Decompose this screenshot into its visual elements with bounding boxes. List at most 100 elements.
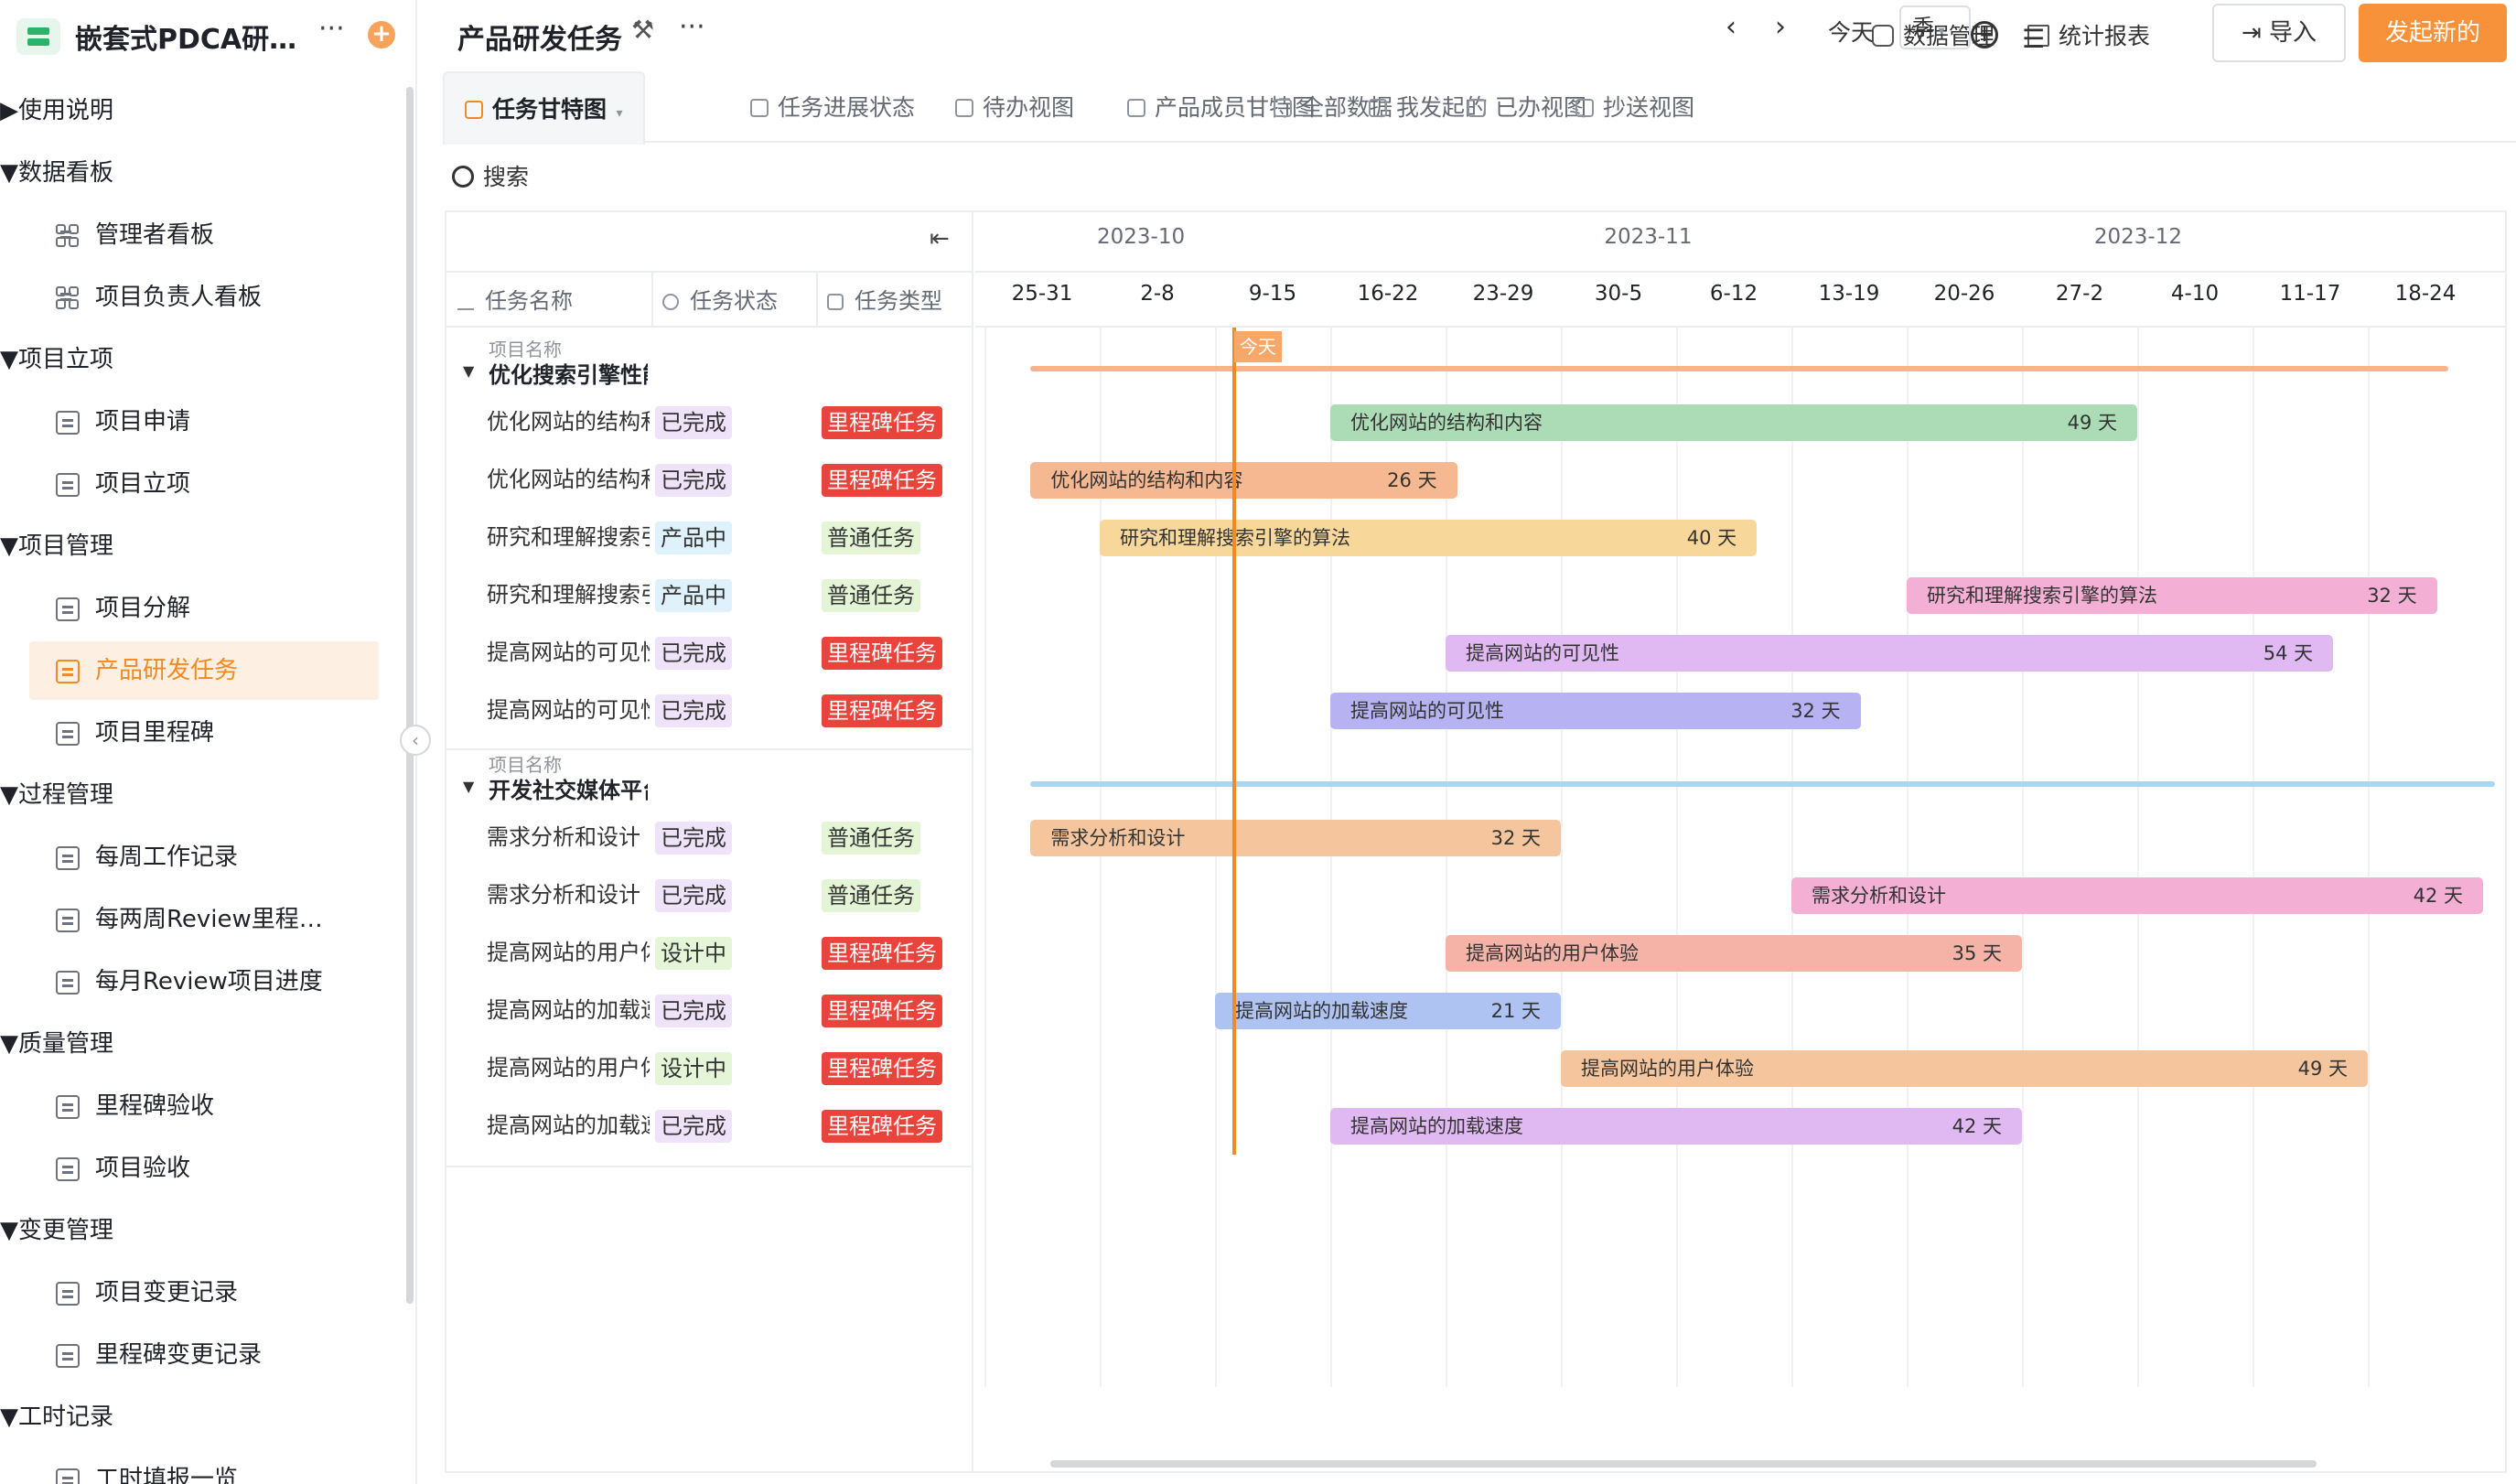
gantt-bar[interactable]: 需求分析和设计 32 天 [1030, 820, 1561, 856]
sidebar-item[interactable]: 项目里程碑 [0, 704, 403, 762]
week-gridline [2022, 328, 2024, 1387]
add-view-icon[interactable]: + [1971, 21, 1998, 48]
start-new-button[interactable]: 发起新的 [2359, 4, 2507, 62]
caret-down-icon[interactable]: ▼ [463, 362, 474, 380]
sidebar-scrollbar[interactable] [406, 87, 414, 1304]
caret-down-icon[interactable]: ▼ [0, 781, 18, 809]
group-header[interactable]: ▼ 项目名称 开发社交媒体平台 [446, 748, 973, 809]
type-badge: 里程碑任务 [822, 637, 942, 670]
table-row[interactable]: 优化网站的结构和内容已完成 里程碑任务 [446, 451, 973, 509]
sidebar-item[interactable]: 里程碑变更记录 [0, 1326, 403, 1384]
sidebar-item[interactable]: 每月Review项目进度 [0, 952, 403, 1011]
column-task-name[interactable]: 任务名称 [457, 273, 573, 328]
group-span-bar[interactable] [1030, 781, 2495, 787]
status-badge: 已完成 [655, 822, 732, 855]
sidebar-item[interactable]: 工时填报一览 [0, 1450, 403, 1484]
tab-view[interactable]: 待办视图 [955, 71, 1074, 143]
sidebar-item[interactable]: 每两周Review里程… [0, 890, 403, 949]
column-divider[interactable] [651, 273, 653, 328]
collapse-table-icon[interactable]: ⇤ [930, 225, 950, 253]
column-task-status[interactable]: 任务状态 [662, 273, 778, 328]
caret-down-icon[interactable]: ▼ [463, 778, 474, 795]
chevron-down-icon[interactable]: ▾ [612, 106, 622, 121]
sidebar-group[interactable]: ▼工时记录 [0, 1388, 403, 1446]
sidebar-item[interactable]: 产品研发任务 [29, 641, 379, 700]
gantt-bar[interactable]: 研究和理解搜索引擎的算法 32 天 [1907, 577, 2437, 614]
gantt-bar[interactable]: 提高网站的加载速度 21 天 [1215, 993, 1561, 1029]
tab-label: 任务进展状态 [778, 94, 916, 121]
table-row[interactable]: 提高网站的用户体验设计中 里程碑任务 [446, 1039, 973, 1097]
table-row[interactable]: 研究和理解搜索引擎的算法产品中 普通任务 [446, 509, 973, 566]
gantt-bar[interactable]: 研究和理解搜索引擎的算法40 天 [1100, 520, 1758, 556]
caret-down-icon[interactable]: ▼ [0, 1217, 18, 1244]
sidebar-item[interactable]: 项目立项 [0, 455, 403, 513]
horizontal-scrollbar[interactable] [1050, 1460, 2317, 1468]
chevron-right-icon[interactable]: › [1775, 11, 1786, 43]
sidebar-item[interactable]: 项目变更记录 [0, 1264, 403, 1322]
gantt-bar[interactable]: 提高网站的用户体验 49 天 [1561, 1050, 2368, 1087]
sidebar-item-label: 质量管理 [18, 1030, 114, 1058]
tab-view[interactable]: 任务进展状态 [750, 71, 915, 143]
tab-view[interactable]: 已办视图 [1468, 71, 1586, 143]
table-row[interactable]: 提高网站的可见性 已完成 里程碑任务 [446, 682, 973, 739]
gantt-bar[interactable]: 优化网站的结构和内容 26 天 [1030, 462, 1457, 499]
sidebar-group[interactable]: ▼数据看板 [0, 144, 403, 202]
table-row[interactable]: 提高网站的用户体验设计中 里程碑任务 [446, 924, 973, 982]
gantt-bar-label: 研究和理解搜索引擎的算法 [1927, 585, 2157, 607]
tab-view[interactable]: 抄送视图 [1575, 71, 1694, 143]
column-divider[interactable] [816, 273, 818, 328]
view-list-icon[interactable]: ☰ [2022, 24, 2045, 54]
caret-down-icon[interactable]: ▼ [0, 532, 18, 560]
sidebar-item[interactable]: 项目申请 [0, 393, 403, 451]
column-task-type[interactable]: 任务类型 [827, 273, 942, 328]
caret-right-icon[interactable]: ▶ [0, 97, 18, 124]
caret-down-icon[interactable]: ▼ [0, 346, 18, 373]
sidebar-group[interactable]: ▼项目立项 [0, 330, 403, 389]
table-row[interactable]: 研究和理解搜索引擎的算法产品中 普通任务 [446, 566, 973, 624]
table-row[interactable]: 提高网站的加载速度已完成 里程碑任务 [446, 982, 973, 1039]
time-scale-select[interactable]: 季 ▾ [1899, 5, 1971, 49]
sidebar-item[interactable]: 项目分解 [0, 579, 403, 638]
gantt-bar[interactable]: 提高网站的可见性 54 天 [1446, 635, 2334, 672]
tab-view[interactable]: 任务甘特图 ▾ [443, 71, 645, 145]
reports-link[interactable]: 统计报表 [2027, 18, 2150, 51]
import-button[interactable]: ⇥ 导入 [2212, 4, 2346, 62]
type-badge: 里程碑任务 [822, 694, 942, 727]
sidebar-item[interactable]: 里程碑验收 [0, 1077, 403, 1135]
more-icon[interactable]: ··· [318, 13, 345, 45]
sidebar-group[interactable]: ▼质量管理 [0, 1015, 403, 1073]
collapse-sidebar-icon[interactable]: ‹ [400, 725, 431, 756]
group-header[interactable]: ▼ 项目名称 优化搜索引擎性能 [446, 335, 973, 393]
gantt-bar[interactable]: 优化网站的结构和内容 49 天 [1330, 404, 2137, 441]
search-box[interactable]: 搜索 [452, 159, 529, 192]
sidebar-item[interactable]: 管理者看板 [0, 206, 403, 264]
sidebar-item[interactable]: 项目负责人看板 [0, 268, 403, 327]
more-icon[interactable]: ··· [679, 11, 705, 43]
caret-down-icon[interactable]: ▼ [0, 1403, 18, 1431]
today-button[interactable]: 今天 [1828, 15, 1874, 48]
table-row[interactable]: 需求分析和设计 已完成 普通任务 [446, 866, 973, 924]
table-row[interactable]: 需求分析和设计 已完成 普通任务 [446, 809, 973, 866]
sidebar-group[interactable]: ▶使用说明 [0, 81, 403, 140]
sidebar-item[interactable]: 每周工作记录 [0, 828, 403, 887]
table-row[interactable]: 提高网站的加载速度已完成 里程碑任务 [446, 1097, 973, 1155]
add-icon[interactable]: + [368, 21, 395, 48]
caret-down-icon[interactable]: ▼ [0, 1030, 18, 1058]
sidebar-group[interactable]: ▼项目管理 [0, 517, 403, 575]
app-title[interactable]: 嵌套式PDCA研… [75, 16, 296, 57]
caret-down-icon[interactable]: ▼ [0, 159, 18, 187]
gantt-bar[interactable]: 需求分析和设计 42 天 [1791, 877, 2483, 914]
import-label: 导入 [2269, 19, 2317, 47]
gantt-bar[interactable]: 提高网站的加载速度 42 天 [1330, 1108, 2022, 1145]
gantt-bar[interactable]: 提高网站的用户体验 35 天 [1446, 935, 2022, 972]
table-row[interactable]: 优化网站的结构和内容已完成 里程碑任务 [446, 393, 973, 451]
table-row[interactable]: 提高网站的可见性 已完成 里程碑任务 [446, 624, 973, 682]
chevron-left-icon[interactable]: ‹ [1726, 11, 1736, 43]
sidebar-group[interactable]: ▼过程管理 [0, 766, 403, 824]
gantt-bar[interactable]: 提高网站的可见性 32 天 [1330, 693, 1861, 729]
form-icon [56, 722, 80, 746]
group-span-bar[interactable] [1030, 366, 2449, 371]
sidebar-group[interactable]: ▼变更管理 [0, 1201, 403, 1260]
wrench-icon[interactable]: ⚒ [631, 15, 654, 45]
sidebar-item[interactable]: 项目验收 [0, 1139, 403, 1198]
